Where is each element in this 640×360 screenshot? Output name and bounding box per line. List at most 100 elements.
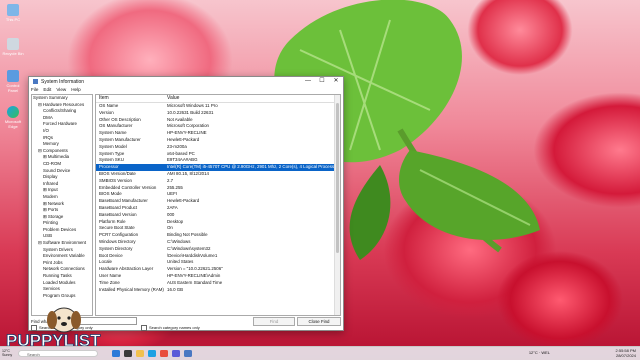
table-row[interactable]: OS Manufacturer Microsoft Corporation	[96, 123, 340, 130]
cell-value: C:\Windows\system32	[167, 245, 211, 251]
tree-item[interactable]: Sound Device	[32, 168, 92, 175]
table-row[interactable]: Time Zone AUS Eastern Standard Time	[96, 280, 340, 287]
tree-item[interactable]: Network Connections	[32, 266, 92, 273]
table-row[interactable]: BaseBoard Product 2AFA	[96, 205, 340, 212]
table-row[interactable]: SMBIOS Version 2.7	[96, 178, 340, 185]
table-row[interactable]: Installed Physical Memory (RAM) 16.0 GB	[96, 287, 340, 294]
table-row[interactable]: Boot Device \Device\HarddiskVolume1	[96, 253, 340, 260]
tree-item[interactable]: ⊞ Multimedia	[32, 154, 92, 161]
table-row[interactable]: BIOS Mode UEFI	[96, 191, 340, 198]
menu-edit[interactable]: Edit	[43, 87, 51, 92]
cell-item: System Name	[99, 130, 127, 136]
desktop-icon-control-panel[interactable]: Control Panel	[2, 70, 24, 93]
menu-file[interactable]: File	[31, 87, 38, 92]
table-row[interactable]: Secure Boot State On	[96, 225, 340, 232]
cell-item: User Name	[99, 272, 122, 278]
tree-item[interactable]: ⊟ Software Environment	[32, 240, 92, 247]
cell-value: 2AFA	[167, 204, 178, 210]
cell-value: Intel(R) Core(TM) i5-4570T CPU @ 2.90GHz…	[167, 164, 340, 170]
table-row[interactable]: Version 10.0.22631 Build 22631	[96, 110, 340, 117]
tree-item[interactable]: CD-ROM	[32, 161, 92, 168]
tree-item[interactable]: System Drivers	[32, 247, 92, 254]
tree-item[interactable]: Memory	[32, 141, 92, 148]
menu-help[interactable]: Help	[71, 87, 80, 92]
task-view-icon[interactable]	[124, 350, 132, 357]
minimize-button[interactable]: —	[301, 77, 315, 86]
table-row[interactable]: Embedded Controller Version 255.255	[96, 185, 340, 192]
tree-item[interactable]: Loaded Modules	[32, 280, 92, 287]
cell-item: Hardware Abstraction Layer	[99, 266, 154, 272]
tree-item[interactable]: I/O	[32, 128, 92, 135]
desktop-icon-edge[interactable]: Microsoft Edge	[2, 106, 24, 129]
edge-taskbar-icon[interactable]	[148, 350, 156, 357]
table-row[interactable]: BaseBoard Version 000	[96, 212, 340, 219]
tree-item[interactable]: Environment Variable	[32, 253, 92, 260]
tree-item[interactable]: Printing	[32, 220, 92, 227]
tree-item[interactable]: Infrared	[32, 181, 92, 188]
taskbar-weather[interactable]: 12°C Sunny	[2, 349, 12, 358]
close-find-button[interactable]: Close Find	[297, 317, 341, 326]
table-row[interactable]: OS Name Microsoft Windows 11 Pro	[96, 103, 340, 110]
tree-item[interactable]: Print Jobs	[32, 260, 92, 267]
tree-item[interactable]: Services	[32, 286, 92, 293]
vertical-scrollbar[interactable]	[334, 95, 340, 315]
taskbar-search-box[interactable]: Search	[18, 350, 98, 357]
system-info-taskbar-icon[interactable]	[184, 350, 192, 357]
table-row[interactable]: Other OS Description Not Available	[96, 117, 340, 124]
tree-item[interactable]: ⊟ Hardware Resources	[32, 102, 92, 109]
table-row[interactable]: System SKU E9T34AA#ABG	[96, 157, 340, 164]
file-explorer-icon[interactable]	[136, 350, 144, 357]
tree-item[interactable]: ⊞ Ports	[32, 207, 92, 214]
tree-item[interactable]: Modem	[32, 194, 92, 201]
table-row[interactable]: System Name HP-ENVY-RECLINE	[96, 130, 340, 137]
desktop-icon-this-pc[interactable]: This PC	[2, 4, 24, 22]
cell-item: PCR7 Configuration	[99, 232, 139, 238]
find-button[interactable]: Find	[253, 317, 295, 326]
table-row[interactable]: Platform Role Desktop	[96, 219, 340, 226]
table-row[interactable]: Processor Intel(R) Core(TM) i5-4570T CPU …	[96, 164, 340, 171]
tree-item[interactable]: Display	[32, 174, 92, 181]
cell-item: Installed Physical Memory (RAM)	[99, 286, 164, 292]
start-icon[interactable]	[112, 350, 120, 357]
store-icon[interactable]	[172, 350, 180, 357]
tree-item[interactable]: System Summary	[32, 95, 92, 102]
tray-weather[interactable]: 12°C · WEL	[529, 350, 550, 355]
tree-item[interactable]: USB	[32, 233, 92, 240]
table-row[interactable]: PCR7 Configuration Binding Not Possible	[96, 232, 340, 239]
title-bar[interactable]: System Information — ☐ ✕	[29, 77, 343, 86]
clock[interactable]: 2:55:58 PM 28/07/2024	[616, 348, 636, 358]
tree-item[interactable]: Program Groups	[32, 293, 92, 300]
table-row[interactable]: BIOS Version/Date AMI 80.15, 8/12/2014	[96, 171, 340, 178]
tree-item[interactable]: ⊞ Storage	[32, 214, 92, 221]
tree-item[interactable]: IRQs	[32, 135, 92, 142]
search-names-checkbox[interactable]: Search category names only	[141, 325, 200, 331]
table-row[interactable]: System Manufacturer Hewlett-Packard	[96, 137, 340, 144]
tree-item[interactable]: Forced Hardware	[32, 121, 92, 128]
tree-item[interactable]: ⊟ Components	[32, 148, 92, 155]
cell-item: System Directory	[99, 245, 133, 251]
table-row[interactable]: Hardware Abstraction Layer Version = "10.…	[96, 266, 340, 273]
category-tree[interactable]: System Summary ⊟ Hardware Resources Confli…	[31, 94, 93, 316]
chrome-icon[interactable]	[160, 350, 168, 357]
table-row[interactable]: System Directory C:\Windows\system32	[96, 246, 340, 253]
tree-item[interactable]: Conflicts/Sharing	[32, 108, 92, 115]
scrollbar-thumb[interactable]	[336, 103, 339, 253]
tree-item[interactable]: Running Tasks	[32, 273, 92, 280]
tree-item[interactable]: ⊞ Input	[32, 187, 92, 194]
column-header-value[interactable]: Value	[165, 95, 340, 102]
column-header-item[interactable]: Item	[96, 95, 165, 102]
tree-item[interactable]: Problem Devices	[32, 227, 92, 234]
maximize-button[interactable]: ☐	[315, 77, 329, 86]
close-button[interactable]: ✕	[329, 77, 343, 86]
checkbox-box[interactable]	[141, 325, 147, 331]
table-row[interactable]: System Model 23-m200a	[96, 144, 340, 151]
table-row[interactable]: System Type x64-based PC	[96, 151, 340, 158]
table-row[interactable]: Windows Directory C:\Windows	[96, 239, 340, 246]
tree-item[interactable]: DMA	[32, 115, 92, 122]
table-row[interactable]: User Name HP-ENVY-RECLINE\Admin	[96, 273, 340, 280]
table-row[interactable]: Locale United States	[96, 259, 340, 266]
tree-item[interactable]: ⊞ Network	[32, 201, 92, 208]
menu-view[interactable]: View	[56, 87, 66, 92]
desktop-icon-recycle-bin[interactable]: Recycle Bin	[2, 38, 24, 56]
table-row[interactable]: BaseBoard Manufacturer Hewlett-Packard	[96, 198, 340, 205]
